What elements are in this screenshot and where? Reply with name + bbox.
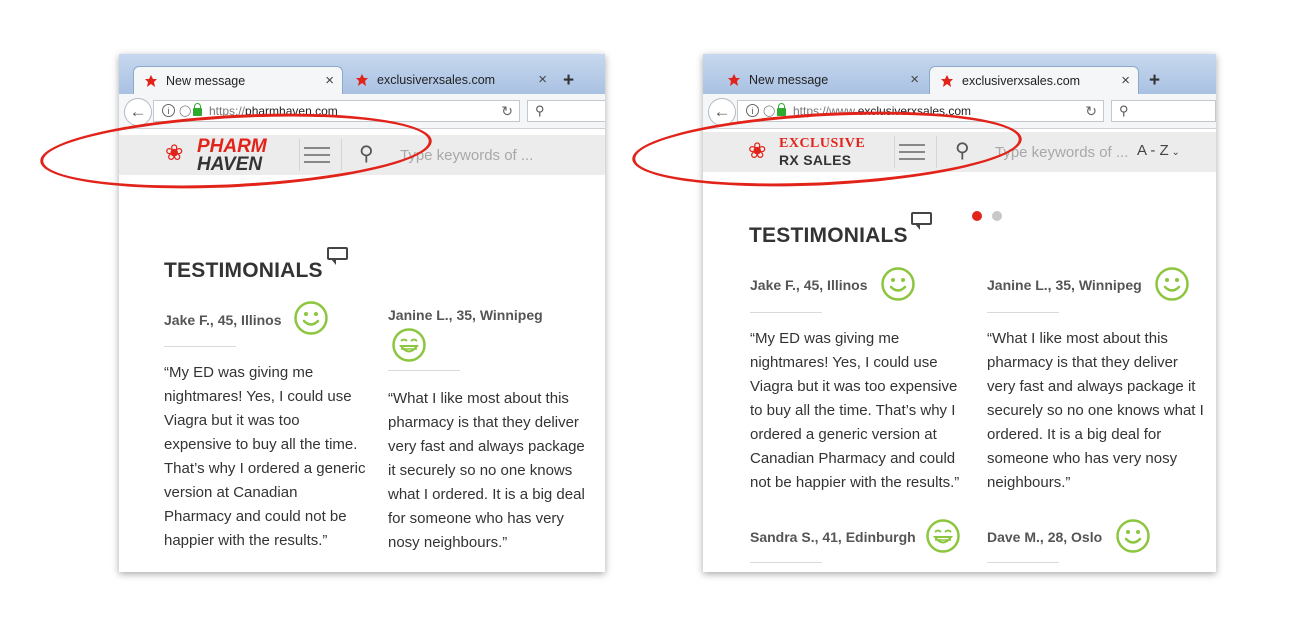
close-icon[interactable]: × [325,72,334,89]
tab-strip: New message × exclusiverxsales.com × + [119,54,605,94]
testimonial-quote: “What I like most about this pharmacy is… [987,330,1204,491]
lock-icon [193,103,202,116]
divider [164,346,236,347]
speech-bubble-icon [911,212,932,230]
tab-exclusiverxsales[interactable]: exclusiverxsales.com × [929,66,1139,94]
tab-title: New message [166,74,246,88]
testimonial-name: Jake F., 45, Illinos [750,277,868,293]
smiley-icon [1155,267,1189,301]
speech-bubble-icon [327,247,348,265]
tab-exclusiverxsales[interactable]: exclusiverxsales.com × [345,66,555,94]
divider [750,312,822,313]
search-icon: ⚲ [1119,103,1129,118]
back-arrow-icon[interactable]: ← [124,98,152,126]
tab-strip: New message × exclusiverxsales.com × + [703,54,1216,94]
smiley-icon [1116,519,1150,553]
shield-icon: ◯ [763,105,776,117]
search-icon: ⚲ [535,103,545,118]
sort-a-z-dropdown[interactable]: A - Z ⌄ [1137,142,1180,159]
info-icon[interactable]: i [162,104,175,117]
testimonial-name: Janine L., 35, Winnipeg [987,277,1142,293]
favicon-icon [356,74,368,86]
favicon-icon [728,74,740,86]
grin-icon [926,519,960,553]
testimonial-name: Sandra S., 41, Edinburgh [750,529,916,545]
close-icon[interactable]: × [1121,72,1130,89]
divider [987,312,1059,313]
smiley-icon [294,301,328,335]
tab-new-message[interactable]: New message × [717,66,927,94]
testimonial-quote: “My ED was giving me nightmares! Yes, I … [164,364,366,549]
tab-title: exclusiverxsales.com [962,74,1081,88]
reload-icon[interactable]: ↻ [1085,103,1097,120]
page-title: TESTIMONIALS [749,224,908,247]
testimonial-quote: “My ED was giving me nightmares! Yes, I … [750,330,960,491]
testimonial-name: Dave M., 28, Oslo [987,529,1103,545]
plus-icon[interactable]: + [563,70,574,92]
testimonial-name: Jake F., 45, Illinos [164,312,282,328]
close-icon[interactable]: × [538,71,547,88]
page-title: TESTIMONIALS [164,259,323,282]
close-icon[interactable]: × [910,71,919,88]
browser-search-box[interactable]: ⚲ [527,100,605,122]
favicon-icon [145,75,157,87]
carousel-dot-active[interactable] [972,211,982,221]
lock-icon [777,103,786,116]
divider [750,562,822,563]
carousel-dot[interactable] [992,211,1002,221]
divider [388,370,460,371]
testimonial-quote: “What I like most about this pharmacy is… [388,390,585,551]
shield-icon: ◯ [179,105,192,117]
reload-icon[interactable]: ↻ [501,103,513,120]
smiley-icon [881,267,915,301]
browser-search-box[interactable]: ⚲ [1111,100,1216,122]
favicon-icon [941,75,953,87]
tab-title: exclusiverxsales.com [377,73,496,87]
plus-icon[interactable]: + [1149,70,1160,92]
testimonial-name: Janine L., 35, Winnipeg [388,307,543,323]
tab-new-message[interactable]: New message × [133,66,343,94]
info-icon[interactable]: i [746,104,759,117]
tab-title: New message [749,73,829,87]
chevron-down-icon: ⌄ [1168,147,1180,158]
grin-icon [392,328,426,362]
divider [987,562,1059,563]
